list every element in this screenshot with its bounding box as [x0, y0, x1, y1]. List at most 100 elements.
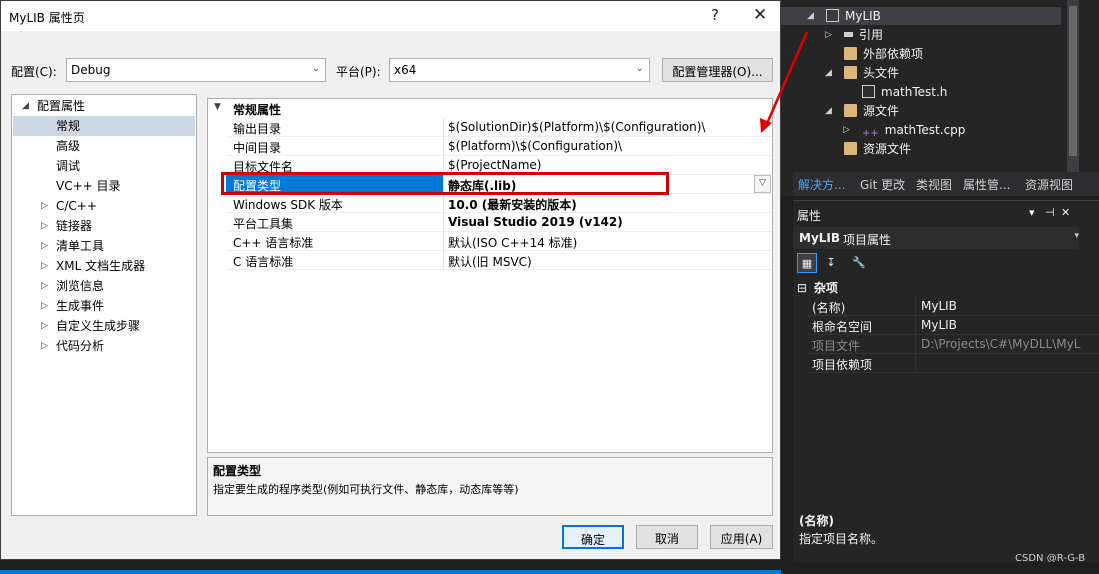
tree-item-advanced[interactable]: 高级 [56, 136, 80, 156]
expand-icon[interactable]: ▷ [41, 296, 51, 316]
grid-row-cpp-standard[interactable]: C++ 语言标准 默认(ISO C++14 标准) [226, 232, 772, 251]
tree-item-manifest-tool[interactable]: ▷ 清单工具 [41, 236, 104, 256]
tree-item-label: 代码分析 [56, 339, 105, 353]
grid-row-name: 平台工具集 [226, 213, 444, 232]
solution-item-mathtest-h[interactable]: mathTest.h [862, 83, 947, 102]
tab-property-manager[interactable]: 属性管... [963, 176, 1010, 193]
properties-header: 属性 [797, 209, 822, 223]
tab-git-changes[interactable]: Git 更改 [860, 176, 905, 193]
grid-row-value[interactable]: 默认(ISO C++14 标准) [447, 232, 772, 251]
platform-value: x64 [394, 63, 417, 77]
expand-icon[interactable]: ▷ [41, 276, 51, 296]
configuration-select[interactable]: Debug ⌄ [66, 58, 326, 82]
property-row-name[interactable]: (名称) MyLIB [807, 297, 1099, 316]
property-row-value[interactable]: MyLIB [915, 316, 1099, 335]
tab-class-view[interactable]: 类视图 [916, 176, 952, 193]
pin-icon[interactable]: ⊣ [1045, 206, 1055, 219]
apply-button[interactable]: 应用(A) [710, 525, 773, 549]
description-text: 指定要生成的程序类型(例如可执行文件、静态库，动态库等等) [213, 483, 519, 496]
grid-row-windows-sdk[interactable]: Windows SDK 版本 10.0 (最新安装的版本) [226, 194, 772, 213]
grid-row-value[interactable]: Visual Studio 2019 (v142) [447, 213, 772, 232]
vertical-scrollbar[interactable] [1067, 0, 1079, 172]
scrollbar-thumb[interactable] [1069, 6, 1077, 156]
property-row-name-label: (名称) [812, 301, 846, 315]
property-row-project-deps[interactable]: 项目依赖项 [807, 354, 1099, 373]
solution-item-label: 引用 [859, 28, 884, 42]
tree-item-label: 高级 [56, 139, 81, 153]
solution-item-resource-files[interactable]: 资源文件 [844, 140, 911, 159]
solution-item-source-files[interactable]: ◢ 源文件 [825, 102, 899, 121]
grid-category-general[interactable]: ▼ 常规属性 [208, 99, 772, 118]
annotation-highlight-box [221, 172, 669, 195]
tree-item-label: XML 文档生成器 [56, 259, 146, 273]
categorized-view-icon[interactable]: ▦ [797, 253, 817, 273]
tree-item-linker[interactable]: ▷ 链接器 [41, 216, 92, 236]
property-row-project-file[interactable]: 项目文件 D:\Projects\C#\MyDLL\MyL [807, 335, 1099, 354]
expand-icon[interactable]: ◢ [807, 7, 814, 26]
tree-item-label: C/C++ [56, 199, 97, 213]
property-row-root-namespace[interactable]: 根命名空间 MyLIB [807, 316, 1099, 335]
grid-row-value[interactable]: $(Platform)\$(Configuration)\ [447, 137, 772, 156]
expand-icon[interactable]: ▷ [825, 26, 832, 45]
expand-icon[interactable]: ◢ [825, 64, 832, 83]
tree-item-xml-doc-generator[interactable]: ▷ XML 文档生成器 [41, 256, 146, 276]
object-selector[interactable]: MyLIB 项目属性 ▾ [793, 227, 1079, 249]
property-category-misc[interactable]: ⊟ 杂项 [797, 279, 838, 296]
solution-item-external-deps[interactable]: 外部依赖项 [844, 45, 923, 64]
tree-item-browse-info[interactable]: ▷ 浏览信息 [41, 276, 104, 296]
collapse-icon[interactable]: ⊟ [797, 281, 807, 295]
expand-icon[interactable]: ▷ [41, 216, 51, 236]
grid-row-value[interactable]: 10.0 (最新安装的版本) [447, 194, 772, 213]
platform-select[interactable]: x64 ⌄ [389, 58, 650, 82]
collapse-icon[interactable]: ▼ [214, 102, 221, 112]
expand-icon[interactable]: ▷ [41, 316, 51, 336]
ok-button[interactable]: 确定 [562, 525, 624, 549]
tree-item-config-properties[interactable]: ◢ 配置属性 [22, 96, 85, 116]
expand-icon[interactable]: ▷ [41, 256, 51, 276]
solution-item-label: 外部依赖项 [863, 47, 924, 61]
property-pages-icon[interactable]: 🔧 [849, 253, 869, 273]
grid-row-name: 输出目录 [226, 118, 444, 137]
close-icon[interactable]: ✕ [753, 5, 767, 25]
tree-item-general[interactable]: 常规 [13, 116, 195, 136]
tree-item-build-events[interactable]: ▷ 生成事件 [41, 296, 105, 316]
expand-icon[interactable]: ▷ [41, 196, 51, 216]
alphabetical-sort-icon[interactable]: ↧ [821, 253, 841, 273]
expand-icon[interactable]: ▷ [843, 121, 850, 140]
solution-item-header-files[interactable]: ◢ 头文件 [825, 64, 899, 83]
dropdown-arrow-icon[interactable]: ▽ [754, 175, 771, 193]
expand-icon[interactable]: ◢ [22, 96, 32, 116]
tree-item-label: 生成事件 [56, 299, 105, 313]
window-menu-icon[interactable]: ▾ [1029, 206, 1035, 219]
solution-item-mathtest-cpp[interactable]: ▷ ++ mathTest.cpp [843, 121, 965, 140]
grid-row-c-standard[interactable]: C 语言标准 默认(旧 MSVC) [226, 251, 772, 270]
tree-item-custom-build-step[interactable]: ▷ 自定义生成步骤 [41, 316, 140, 336]
config-manager-button[interactable]: 配置管理器(O)... [662, 58, 773, 82]
grid-row-value[interactable]: 默认(旧 MSVC) [447, 251, 772, 270]
solution-item-project[interactable]: ◢ MyLIB [807, 7, 881, 26]
close-icon[interactable]: ✕ [1061, 206, 1070, 219]
property-row-value[interactable] [915, 354, 1099, 373]
solution-item-references[interactable]: ▷ 引用 [825, 26, 884, 45]
grid-row-platform-toolset[interactable]: 平台工具集 Visual Studio 2019 (v142) [226, 213, 772, 232]
tree-item-debugging[interactable]: 调试 [56, 156, 80, 176]
expand-icon[interactable]: ▷ [41, 236, 51, 256]
expand-icon[interactable]: ▷ [41, 336, 51, 356]
property-row-name-label: 项目文件 [812, 339, 861, 353]
grid-row-output-dir[interactable]: 输出目录 $(SolutionDir)$(Platform)\$(Configu… [226, 118, 772, 137]
tree-item-vc-directories[interactable]: VC++ 目录 [56, 176, 121, 196]
property-row-value[interactable]: MyLIB [915, 297, 1099, 316]
configuration-label: 配置(C): [11, 65, 57, 79]
grid-row-value[interactable]: $(SolutionDir)$(Platform)\$(Configuratio… [447, 118, 772, 137]
tab-solution-explorer[interactable]: 解决方... [798, 176, 845, 193]
tree-item-cpp[interactable]: ▷ C/C++ [41, 196, 97, 216]
tree-item-code-analysis[interactable]: ▷ 代码分析 [41, 336, 105, 356]
tab-resource-view[interactable]: 资源视图 [1025, 176, 1073, 193]
expand-icon[interactable]: ◢ [825, 102, 832, 121]
category-tree: ◢ 配置属性 常规 高级 调试 VC++ 目录 ▷ C/C++ ▷ 链接器 ▷ 清单工… [11, 94, 197, 516]
tree-item-label: 调试 [56, 159, 81, 173]
property-category-label: 杂项 [813, 281, 838, 295]
grid-row-intermediate-dir[interactable]: 中间目录 $(Platform)\$(Configuration)\ [226, 137, 772, 156]
cancel-button[interactable]: 取消 [636, 525, 698, 549]
help-icon[interactable]: ? [711, 6, 719, 24]
